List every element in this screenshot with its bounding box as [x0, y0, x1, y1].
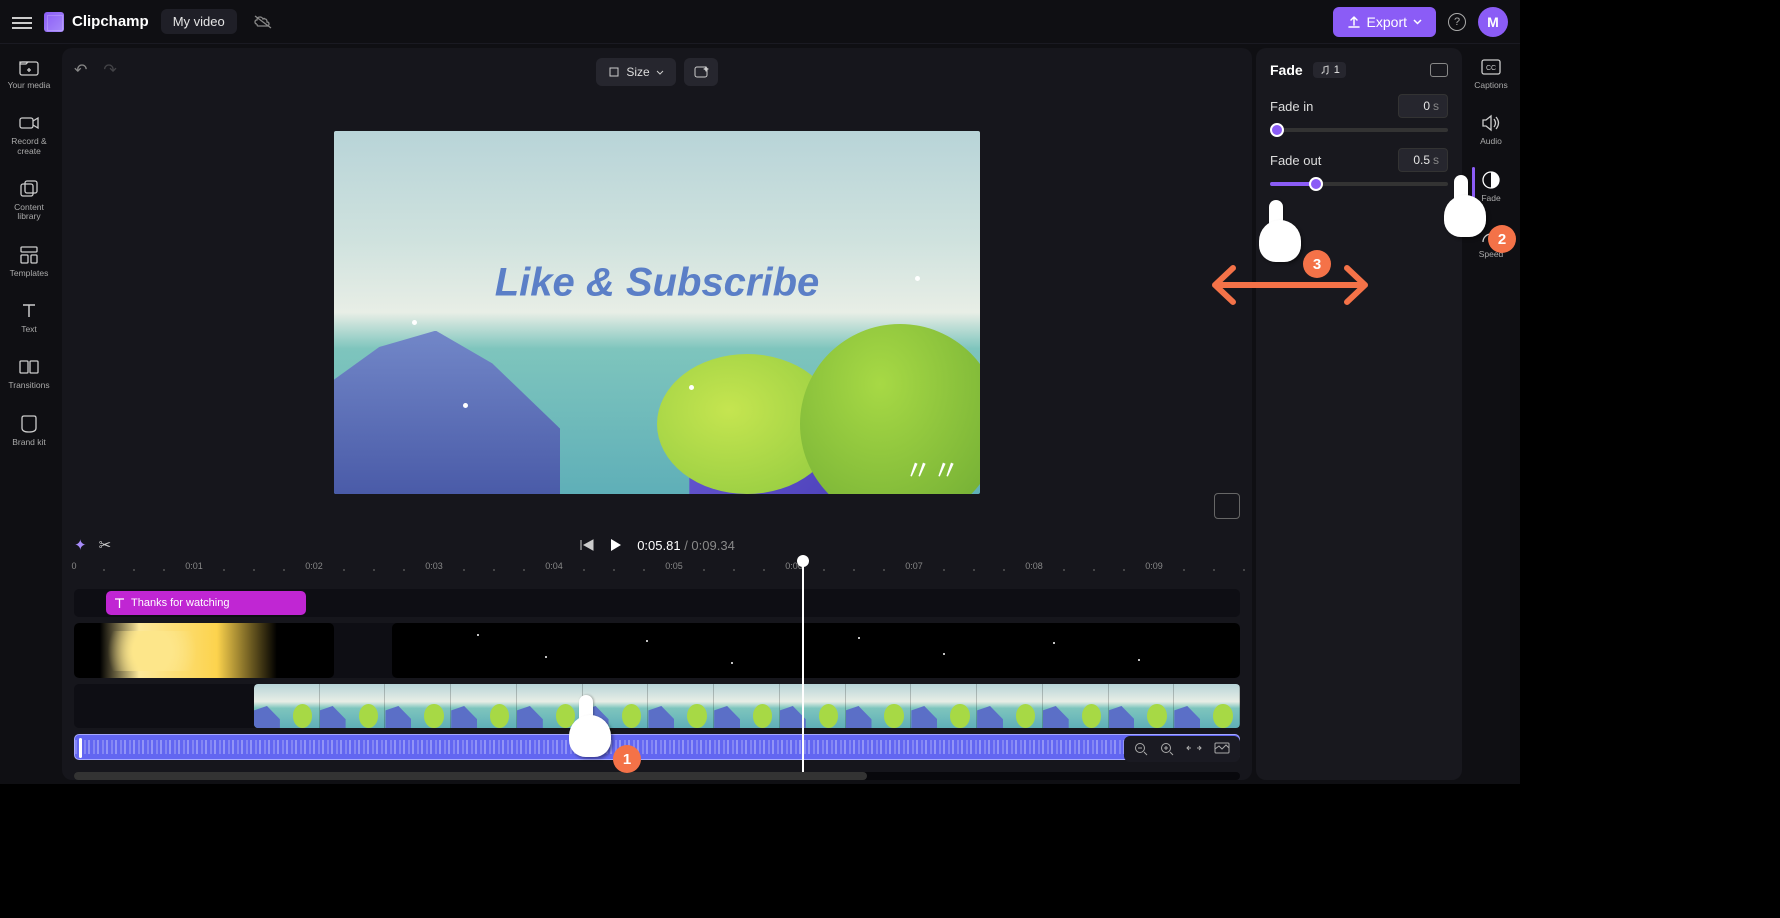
app-logo[interactable]: Clipchamp — [44, 12, 149, 32]
rail-record-create[interactable]: Record & create — [0, 108, 58, 160]
rail-your-media[interactable]: Your media — [6, 52, 53, 94]
playback-time: 0:05.81 / 0:09.34 — [637, 538, 735, 553]
project-title[interactable]: My video — [161, 9, 237, 34]
magic-wand-button[interactable]: ✦ — [74, 536, 87, 554]
canvas-area: 〃〃 Like & Subscribe — [62, 96, 1252, 529]
timeline-ruler[interactable]: 00:010:020:030:040:050:060:070:080:09 — [62, 561, 1252, 585]
skip-start-button[interactable] — [579, 538, 595, 552]
templates-icon — [18, 244, 40, 266]
rail-content-library[interactable]: Content library — [0, 174, 58, 226]
help-button[interactable]: ? — [1448, 13, 1466, 31]
crop-icon — [608, 66, 620, 78]
fade-icon — [1480, 169, 1502, 191]
rail-captions[interactable]: CC Captions — [1472, 52, 1510, 94]
export-button[interactable]: Export — [1333, 7, 1436, 37]
brand-kit-icon — [18, 413, 40, 435]
speaker-icon — [1480, 112, 1502, 134]
zoom-in-button[interactable] — [1158, 740, 1176, 758]
timeline-scrollbar[interactable] — [74, 772, 1240, 780]
text-icon — [18, 300, 40, 322]
captions-icon: CC — [1480, 56, 1502, 78]
topbar: Clipchamp My video Export ? M — [0, 0, 1520, 44]
text-icon — [114, 598, 125, 609]
overlay-clip-2[interactable] — [392, 623, 1240, 678]
chevron-down-icon — [1413, 19, 1422, 25]
text-track[interactable]: Thanks for watching — [74, 589, 1240, 617]
folder-plus-icon — [18, 56, 40, 78]
scissors-button[interactable]: ✂ — [99, 536, 112, 554]
rail-templates[interactable]: Templates — [8, 240, 51, 282]
undo-button[interactable]: ↶ — [74, 60, 87, 80]
overlay-track[interactable] — [74, 623, 1240, 678]
hamburger-menu-icon[interactable] — [12, 14, 32, 30]
timeline: Thanks for watching — [62, 585, 1252, 772]
logo-icon — [44, 12, 64, 32]
svg-text:CC: CC — [1486, 65, 1496, 72]
redo-button[interactable]: ↷ — [103, 60, 116, 80]
overlay-clip-1[interactable] — [74, 623, 334, 678]
library-icon — [18, 178, 40, 200]
rail-transitions[interactable]: Transitions — [6, 352, 51, 394]
play-button[interactable] — [609, 537, 623, 553]
user-avatar[interactable]: M — [1478, 7, 1508, 37]
transitions-icon — [18, 356, 40, 378]
ai-enhance-button[interactable] — [684, 58, 718, 86]
fade-out-slider[interactable] — [1270, 182, 1448, 186]
rail-text[interactable]: Text — [16, 296, 42, 338]
video-clip[interactable] — [254, 684, 1240, 728]
rail-brand-kit[interactable]: Brand kit — [10, 409, 48, 451]
fade-panel: Fade 1 Fade in 0s — [1256, 48, 1462, 780]
fade-out-value[interactable]: 0.5s — [1398, 148, 1448, 172]
cloud-off-icon[interactable] — [253, 14, 273, 30]
sparkle-icon — [692, 64, 710, 80]
upload-icon — [1347, 15, 1361, 29]
fade-in-value[interactable]: 0s — [1398, 94, 1448, 118]
video-track[interactable] — [74, 684, 1240, 728]
music-icon — [1319, 65, 1330, 76]
rail-audio[interactable]: Audio — [1478, 108, 1504, 150]
panel-expand-button[interactable] — [1430, 63, 1448, 77]
speed-icon — [1480, 225, 1502, 247]
canvas-toolbar: Size — [62, 48, 1252, 96]
fade-in-slider[interactable] — [1270, 128, 1448, 132]
fade-out-slider-handle[interactable] — [1309, 177, 1323, 191]
fullscreen-button[interactable] — [1214, 493, 1240, 519]
preview-canvas[interactable]: 〃〃 Like & Subscribe — [334, 131, 980, 494]
app-name: Clipchamp — [72, 13, 149, 30]
playback-controls: ✦ ✂ 0:05.81 / 0:09.34 — [62, 529, 1252, 561]
audio-track[interactable] — [74, 734, 1240, 760]
center-column: ↶ ↷ Size 〃〃 — [62, 48, 1252, 780]
text-clip[interactable]: Thanks for watching — [106, 591, 306, 615]
right-rail: CC Captions Audio Fade Speed — [1462, 44, 1520, 784]
fit-button[interactable] — [1184, 740, 1204, 758]
fade-in-slider-handle[interactable] — [1270, 123, 1284, 137]
camera-icon — [18, 112, 40, 134]
audio-clip[interactable] — [74, 734, 1240, 760]
chevron-down-icon — [656, 70, 664, 75]
timeline-tools — [1124, 736, 1240, 762]
thumbnails-button[interactable] — [1212, 740, 1232, 758]
zoom-out-button[interactable] — [1132, 740, 1150, 758]
rail-speed[interactable]: Speed — [1477, 221, 1506, 263]
undo-redo-bar: ↶ ↷ — [74, 60, 117, 80]
panel-title: Fade — [1270, 62, 1303, 78]
fade-in-label: Fade in — [1270, 99, 1313, 114]
fade-out-control: Fade out 0.5s — [1270, 148, 1448, 186]
rail-fade[interactable]: Fade — [1478, 165, 1504, 207]
fade-in-control: Fade in 0s — [1270, 94, 1448, 132]
track-badge: 1 — [1313, 62, 1346, 78]
size-dropdown[interactable]: Size — [596, 58, 675, 86]
canvas-overlay-text: Like & Subscribe — [495, 261, 820, 306]
fade-out-label: Fade out — [1270, 153, 1321, 168]
left-rail: Your media Record & create Content libra… — [0, 44, 58, 784]
